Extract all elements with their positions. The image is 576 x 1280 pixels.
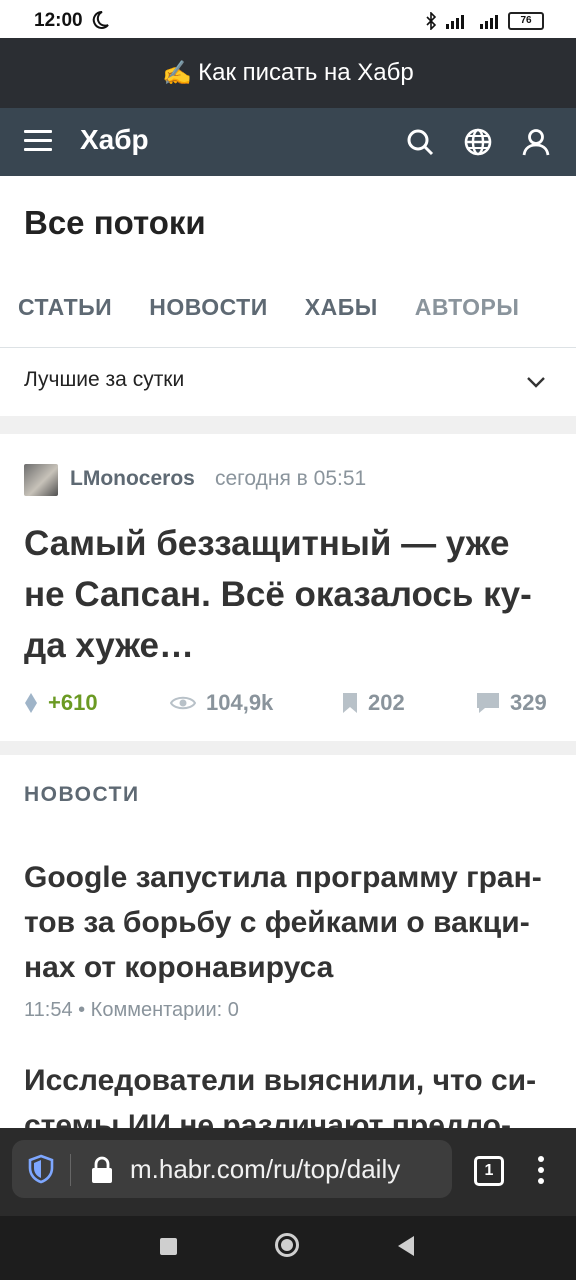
back-button[interactable]: [398, 1236, 414, 1256]
bookmark-icon[interactable]: [342, 692, 358, 714]
address-bar[interactable]: m.habr.com/ru/top/daily: [12, 1140, 452, 1198]
site-logo[interactable]: Хабр: [80, 124, 149, 156]
bluetooth-icon: [426, 12, 436, 30]
browser-toolbar: m.habr.com/ru/top/daily 1: [0, 1128, 576, 1216]
tab-authors[interactable]: АВТОРЫ: [415, 294, 520, 321]
rating-icon: [25, 693, 37, 713]
news-item-meta: 11:54 • Комментарии: 0: [24, 999, 239, 1021]
status-time: 12:00: [34, 10, 83, 31]
author-avatar[interactable]: [24, 464, 58, 496]
news-heading: НОВОСТИ: [24, 783, 140, 806]
globe-icon[interactable]: [462, 126, 494, 158]
do-not-disturb-icon: [92, 10, 109, 29]
url-text[interactable]: m.habr.com/ru/top/daily: [130, 1154, 400, 1185]
shield-icon[interactable]: [26, 1154, 56, 1184]
more-options-icon[interactable]: [538, 1156, 546, 1186]
search-icon[interactable]: [404, 126, 436, 158]
bookmarks-value: 202: [368, 690, 405, 715]
article-date: сегодня в 05:51: [215, 467, 367, 490]
article-author[interactable]: LMonoceros: [70, 467, 195, 491]
article-bookmarks[interactable]: 202: [342, 690, 405, 716]
signal-icon: [446, 15, 464, 29]
tab-articles[interactable]: СТАТЬИ: [18, 294, 112, 321]
site-header: Хабр: [0, 108, 576, 176]
tabs-divider: [0, 347, 576, 348]
page-title: Все потоки: [24, 204, 206, 241]
home-button[interactable]: [275, 1233, 299, 1257]
writing-hand-icon: ✍: [162, 59, 193, 87]
tab-hubs[interactable]: ХАБЫ: [305, 294, 378, 321]
article-title[interactable]: Самый беззащитный — уже не Сапсан. Всё о…: [24, 518, 554, 671]
comment-icon[interactable]: [476, 692, 500, 714]
system-nav-bar: [0, 1216, 576, 1280]
tab-switcher-button[interactable]: 1: [474, 1156, 504, 1186]
news-item-title[interactable]: Google запустила программу гран­тов за б…: [24, 855, 554, 990]
views-value: 104,9k: [206, 690, 274, 715]
user-icon[interactable]: [520, 126, 552, 158]
comments-value: 329: [510, 690, 547, 715]
stream-tabs: СТАТЬИ НОВОСТИ ХАБЫ АВТОРЫ: [18, 294, 519, 321]
menu-icon[interactable]: [24, 130, 52, 152]
battery-icon: 76: [508, 12, 544, 30]
section-divider: [0, 416, 576, 434]
promo-banner[interactable]: ✍ Как писать на Хабр: [0, 38, 576, 108]
article-comments[interactable]: 329: [476, 690, 547, 716]
promo-text: Как писать на Хабр: [198, 59, 414, 86]
article-rating: +610: [24, 690, 98, 716]
status-bar: 12:00 76: [0, 0, 576, 38]
filter-select[interactable]: Лучшие за сутки: [24, 368, 184, 392]
system-indicators: 76: [426, 11, 544, 31]
section-divider: [0, 741, 576, 755]
lock-icon[interactable]: [90, 1156, 114, 1184]
address-separator: [70, 1154, 71, 1186]
article-views: 104,9k: [170, 690, 273, 716]
recents-button[interactable]: [160, 1238, 177, 1255]
eye-icon: [170, 696, 196, 710]
tab-news[interactable]: НОВОСТИ: [149, 294, 268, 321]
signal-2-icon: [480, 15, 498, 29]
rating-value: +610: [48, 690, 98, 715]
chevron-down-icon[interactable]: [524, 372, 548, 392]
